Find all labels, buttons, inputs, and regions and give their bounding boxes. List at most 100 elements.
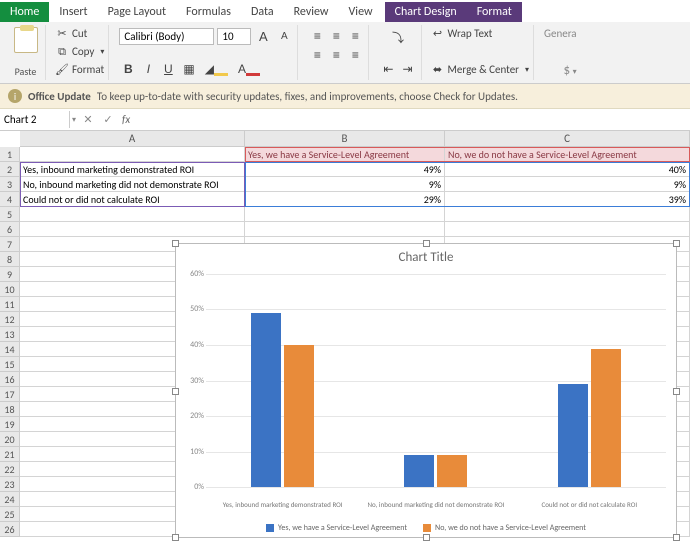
legend-item[interactable]: Yes, we have a Service-Level Agreement (266, 523, 407, 533)
chart-title[interactable]: Chart Title (176, 244, 676, 267)
row-header[interactable]: 10 (0, 282, 20, 297)
tab-format[interactable]: Format (467, 2, 522, 22)
increase-font-button[interactable]: A (254, 27, 272, 46)
decrease-font-button[interactable]: A (275, 29, 293, 44)
cell[interactable] (245, 207, 445, 222)
fill-color-button[interactable]: ◢ (201, 60, 232, 78)
row-header[interactable]: 12 (0, 312, 20, 327)
cell[interactable]: 9% (245, 177, 445, 192)
row-header[interactable]: 15 (0, 357, 20, 372)
increase-indent-button[interactable]: ⇥ (398, 60, 416, 78)
cell[interactable]: Yes, inbound marketing demonstrated ROI (20, 162, 245, 177)
align-bottom-button[interactable]: ≡ (346, 27, 364, 45)
italic-button[interactable]: I (139, 60, 157, 78)
enter-fx-button[interactable]: ✓ (98, 113, 118, 126)
font-size-select[interactable]: 10 (217, 28, 251, 45)
row-header[interactable]: 13 (0, 327, 20, 342)
row-header[interactable]: 18 (0, 402, 20, 417)
row-header[interactable]: 7 (0, 237, 20, 252)
chart-bar[interactable] (591, 349, 621, 487)
name-box[interactable]: Chart 2 (0, 111, 70, 128)
row-header[interactable]: 17 (0, 387, 20, 402)
chevron-down-icon[interactable]: ▾ (70, 115, 78, 125)
underline-button[interactable]: U (159, 60, 177, 78)
cell[interactable] (20, 222, 245, 237)
row-header[interactable]: 22 (0, 462, 20, 477)
col-header-a[interactable]: A (20, 131, 245, 147)
tab-home[interactable]: Home (0, 2, 49, 22)
row-header[interactable]: 9 (0, 267, 20, 282)
border-button[interactable]: ▦ (179, 60, 198, 78)
row-header[interactable]: 25 (0, 507, 20, 522)
row-header[interactable]: 4 (0, 192, 20, 207)
col-header-c[interactable]: C (445, 131, 690, 147)
cell[interactable] (20, 207, 245, 222)
row-header[interactable]: 8 (0, 252, 20, 267)
cell[interactable]: No, we do not have a Service-Level Agree… (445, 147, 690, 162)
align-middle-button[interactable]: ≡ (327, 27, 345, 45)
align-right-button[interactable]: ≡ (346, 46, 364, 64)
row-header[interactable]: 21 (0, 447, 20, 462)
cell[interactable] (445, 207, 690, 222)
align-top-button[interactable]: ≡ (308, 27, 326, 45)
fx-label[interactable]: fx (118, 113, 134, 126)
chart-bar-group[interactable] (359, 274, 512, 487)
font-color-button[interactable]: A (234, 60, 264, 78)
legend-item[interactable]: No, we do not have a Service-Level Agree… (423, 523, 586, 533)
cell[interactable]: Could not or did not calculate ROI (20, 192, 245, 207)
tab-insert[interactable]: Insert (49, 2, 97, 22)
row-header[interactable]: 19 (0, 417, 20, 432)
row-header[interactable]: 24 (0, 492, 20, 507)
decrease-indent-button[interactable]: ⇤ (379, 60, 397, 78)
row-header[interactable]: 20 (0, 432, 20, 447)
row-header[interactable]: 11 (0, 297, 20, 312)
chart-bar[interactable] (437, 455, 467, 487)
cell[interactable]: No, inbound marketing did not demonstrat… (20, 177, 245, 192)
cell[interactable]: 40% (445, 162, 690, 177)
row-header[interactable]: 6 (0, 222, 20, 237)
chart-plot-area[interactable]: 0%10%20%30%40%50%60% (206, 274, 666, 487)
paste-icon[interactable] (14, 27, 38, 53)
wrap-text-button[interactable]: ↩Wrap Text (432, 27, 530, 40)
col-header-b[interactable]: B (245, 131, 445, 147)
merge-center-button[interactable]: ⬌Merge & Center▾ (432, 63, 530, 76)
copy-button[interactable]: ⧉Copy▾ (56, 45, 104, 58)
format-painter-button[interactable]: 🖌Format (56, 63, 104, 76)
row-header[interactable]: 26 (0, 522, 20, 537)
row-header[interactable]: 2 (0, 162, 20, 177)
chart-bar[interactable] (404, 455, 434, 487)
embedded-chart[interactable]: Chart Title 0%10%20%30%40%50%60% Yes, in… (175, 243, 677, 538)
align-center-button[interactable]: ≡ (327, 46, 345, 64)
bold-button[interactable]: B (119, 60, 137, 78)
cell[interactable]: Yes, we have a Service-Level Agreement (245, 147, 445, 162)
orientation-button[interactable]: ⤵ (379, 27, 416, 48)
tab-review[interactable]: Review (284, 2, 339, 22)
tab-page-layout[interactable]: Page Layout (98, 2, 176, 22)
row-header[interactable]: 5 (0, 207, 20, 222)
cell[interactable] (445, 222, 690, 237)
formula-input[interactable] (134, 118, 690, 122)
row-header[interactable]: 16 (0, 372, 20, 387)
chart-bar-group[interactable] (206, 274, 359, 487)
tab-view[interactable]: View (339, 2, 383, 22)
align-left-button[interactable]: ≡ (308, 46, 326, 64)
chart-legend[interactable]: Yes, we have a Service-Level Agreement N… (176, 523, 676, 533)
currency-button[interactable]: $ (563, 63, 570, 78)
tab-chart-design[interactable]: Chart Design (385, 2, 467, 22)
row-header[interactable]: 23 (0, 477, 20, 492)
row-header[interactable]: 3 (0, 177, 20, 192)
cell[interactable]: 39% (445, 192, 690, 207)
cell[interactable] (20, 147, 245, 162)
cell[interactable] (245, 222, 445, 237)
chart-bar[interactable] (558, 384, 588, 487)
row-header[interactable]: 1 (0, 147, 20, 162)
cell[interactable]: 9% (445, 177, 690, 192)
tab-data[interactable]: Data (241, 2, 284, 22)
cancel-fx-button[interactable]: ✕ (78, 113, 98, 126)
font-name-select[interactable]: Calibri (Body) (119, 28, 214, 45)
chart-bar[interactable] (251, 313, 281, 487)
cut-button[interactable]: ✂Cut (56, 27, 104, 40)
cell[interactable]: 29% (245, 192, 445, 207)
chart-bar-group[interactable] (513, 274, 666, 487)
cell[interactable]: 49% (245, 162, 445, 177)
